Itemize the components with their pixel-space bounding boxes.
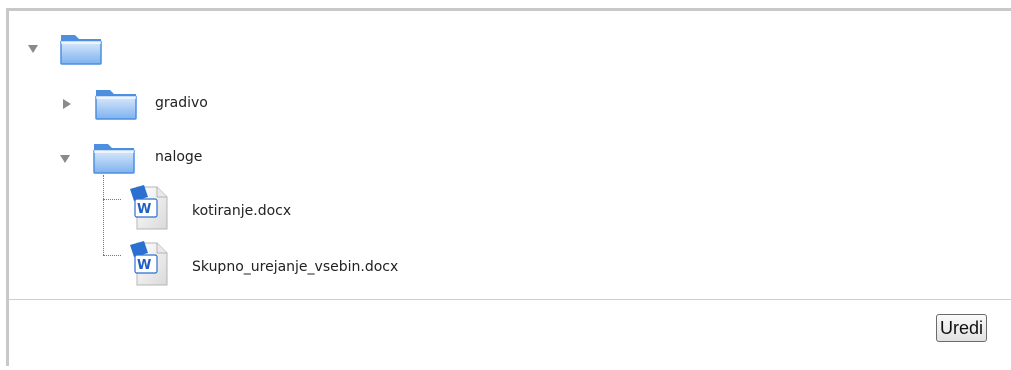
svg-text:W: W bbox=[137, 202, 151, 217]
triangle-down-icon bbox=[28, 45, 38, 53]
folder-tree: gradivo naloge W kotiranje.docx W Skupno… bbox=[9, 11, 1011, 301]
svg-text:W: W bbox=[137, 258, 151, 273]
tree-connector-horizontal bbox=[103, 199, 121, 200]
root-expand-toggle[interactable] bbox=[28, 44, 38, 54]
kotiranje-file-label[interactable]: kotiranje.docx bbox=[192, 203, 291, 219]
triangle-right-icon bbox=[63, 99, 71, 109]
skupno-urejanje-file-icon[interactable]: W bbox=[127, 239, 171, 287]
file-manager-panel: gradivo naloge W kotiranje.docx W Skupno… bbox=[6, 8, 1011, 366]
folder-icon bbox=[93, 144, 135, 174]
edit-button[interactable]: Uredi bbox=[935, 314, 987, 342]
triangle-down-icon bbox=[60, 155, 70, 163]
root-folder-icon[interactable] bbox=[58, 31, 104, 67]
gradivo-folder-label[interactable]: gradivo bbox=[155, 95, 208, 111]
gradivo-expand-toggle[interactable] bbox=[62, 99, 72, 109]
word-document-icon: W bbox=[130, 185, 168, 230]
naloge-expand-toggle[interactable] bbox=[60, 154, 70, 164]
skupno-urejanje-file-label[interactable]: Skupno_urejanje_vsebin.docx bbox=[192, 259, 398, 275]
kotiranje-file-icon[interactable]: W bbox=[127, 183, 171, 231]
panel-footer: Uredi bbox=[9, 299, 1011, 370]
folder-icon bbox=[95, 90, 137, 120]
naloge-folder-label[interactable]: naloge bbox=[155, 149, 202, 165]
tree-connector-vertical bbox=[103, 175, 104, 255]
word-document-icon: W bbox=[130, 241, 168, 286]
tree-connector-horizontal bbox=[103, 255, 121, 256]
naloge-folder-icon[interactable] bbox=[91, 140, 137, 176]
gradivo-folder-icon[interactable] bbox=[93, 86, 139, 122]
folder-icon bbox=[60, 35, 102, 65]
